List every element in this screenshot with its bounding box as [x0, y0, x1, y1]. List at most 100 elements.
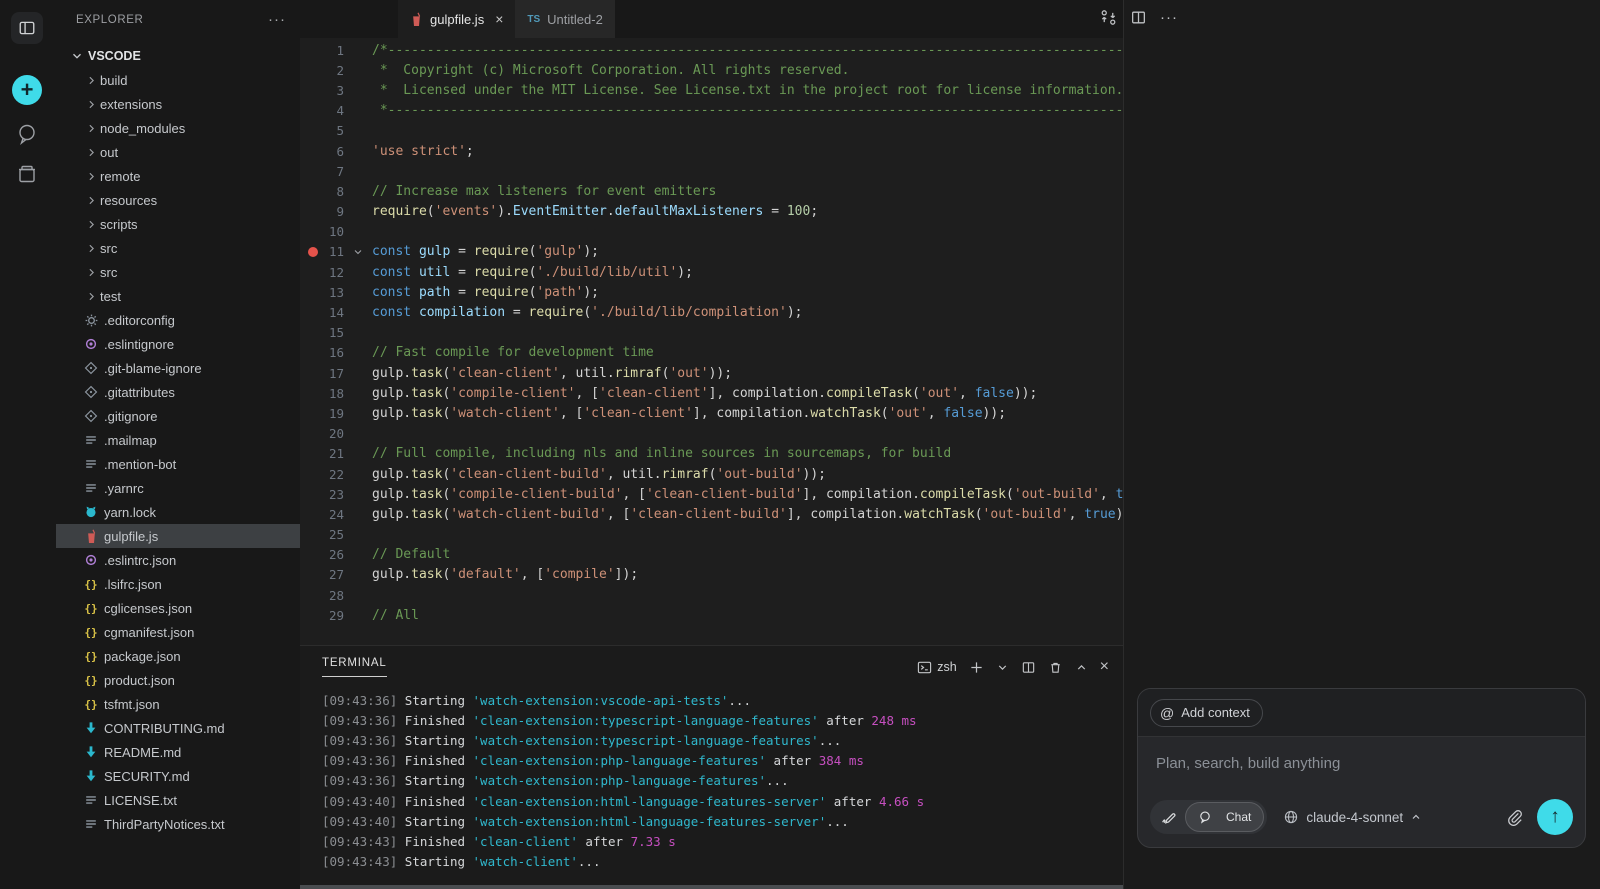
open-changes-icon[interactable] — [1100, 9, 1117, 26]
sidebar-item-src[interactable]: src — [56, 236, 300, 260]
new-terminal-icon[interactable] — [969, 660, 984, 675]
code-line-23[interactable]: 23gulp.task('compile-client-build', ['cl… — [300, 484, 1123, 504]
shell-selector[interactable]: zsh — [917, 660, 956, 675]
code-line-26[interactable]: 26// Default — [300, 545, 1123, 565]
line-number: 7 — [300, 164, 344, 179]
breakpoint-icon[interactable] — [308, 247, 318, 257]
code-line-2[interactable]: 2 * Copyright (c) Microsoft Corporation.… — [300, 60, 1123, 80]
code-line-17[interactable]: 17gulp.task('clean-client', util.rimraf(… — [300, 363, 1123, 383]
sidebar-item-node-modules[interactable]: node_modules — [56, 116, 300, 140]
fold-chevron-icon[interactable] — [352, 246, 364, 258]
chat-history-button[interactable] — [15, 122, 39, 151]
code-line-20[interactable]: 20 — [300, 424, 1123, 444]
sidebar-item-test[interactable]: test — [56, 284, 300, 308]
line-number: 10 — [300, 224, 344, 239]
sidebar-item-gitignore[interactable]: .gitignore — [56, 404, 300, 428]
code-line-22[interactable]: 22gulp.task('clean-client-build', util.r… — [300, 464, 1123, 484]
sidebar-item-cgmanifest-json[interactable]: {}cgmanifest.json — [56, 620, 300, 644]
sidebar-item-gitattributes[interactable]: .gitattributes — [56, 380, 300, 404]
code-line-8[interactable]: 8// Increase max listeners for event emi… — [300, 181, 1123, 201]
code-line-21[interactable]: 21// Full compile, including nls and inl… — [300, 444, 1123, 464]
sidebar-item-package-json[interactable]: {}package.json — [56, 644, 300, 668]
close-tab-icon[interactable]: × — [495, 11, 503, 27]
sidebar-item-gulpfile-js[interactable]: gulpfile.js — [56, 524, 300, 548]
sidebar-item-extensions[interactable]: extensions — [56, 92, 300, 116]
sidebar-item-mention-bot[interactable]: .mention-bot — [56, 452, 300, 476]
tab-untitled-2[interactable]: TSUntitled-2 — [515, 0, 614, 38]
sidebar-item-src[interactable]: src — [56, 260, 300, 284]
new-chat-button[interactable]: + — [12, 75, 42, 105]
mode-toggle[interactable]: Chat — [1150, 800, 1267, 834]
sidebar-item-yarnrc[interactable]: .yarnrc — [56, 476, 300, 500]
chat-mode-pill[interactable]: Chat — [1185, 802, 1264, 832]
sidebar-item-tsfmt-json[interactable]: {}tsfmt.json — [56, 692, 300, 716]
code-line-9[interactable]: 9require('events').EventEmitter.defaultM… — [300, 202, 1123, 222]
code-line-28[interactable]: 28 — [300, 585, 1123, 605]
code-line-24[interactable]: 24gulp.task('watch-client-build', ['clea… — [300, 504, 1123, 524]
sidebar-item-cglicenses-json[interactable]: {}cglicenses.json — [56, 596, 300, 620]
terminal-scrollbar[interactable] — [300, 885, 1123, 889]
sidebar-item-product-json[interactable]: {}product.json — [56, 668, 300, 692]
explorer-more-actions-button[interactable]: ··· — [268, 15, 286, 25]
sidebar-item-scripts[interactable]: scripts — [56, 212, 300, 236]
archive-button[interactable] — [15, 162, 39, 191]
code-line-11[interactable]: 11const gulp = require('gulp'); — [300, 242, 1123, 262]
terminal-output[interactable]: [09:43:36] Starting 'watch-extension:vsc… — [322, 690, 1117, 882]
kill-terminal-icon[interactable] — [1048, 660, 1063, 675]
sidebar-item-git-blame-ignore[interactable]: .git-blame-ignore — [56, 356, 300, 380]
tab-gulpfile-js[interactable]: gulpfile.js× — [398, 0, 515, 38]
code-line-27[interactable]: 27gulp.task('default', ['compile']); — [300, 565, 1123, 585]
sidebar-item-eslintignore[interactable]: .eslintignore — [56, 332, 300, 356]
tree-root-vscode[interactable]: VSCODE — [56, 44, 300, 68]
code-line-5[interactable]: 5 — [300, 121, 1123, 141]
code-line-29[interactable]: 29// All — [300, 605, 1123, 625]
terminal-line: [09:43:36] Starting 'watch-extension:php… — [322, 771, 1117, 791]
chat-input-placeholder[interactable]: Plan, search, build anything — [1156, 755, 1340, 772]
sidebar-item-eslintrc-json[interactable]: .eslintrc.json — [56, 548, 300, 572]
code-line-4[interactable]: 4 *-------------------------------------… — [300, 101, 1123, 121]
sidebar-item-readme-md[interactable]: README.md — [56, 740, 300, 764]
code-editor[interactable]: 1/*-------------------------------------… — [300, 40, 1123, 645]
code-line-7[interactable]: 7 — [300, 161, 1123, 181]
sidebar-item-remote[interactable]: remote — [56, 164, 300, 188]
sidebar-item-editorconfig[interactable]: .editorconfig — [56, 308, 300, 332]
code-line-25[interactable]: 25 — [300, 525, 1123, 545]
paperclip-icon[interactable] — [1506, 809, 1523, 826]
toggle-sidebar-button[interactable] — [11, 12, 43, 44]
sidebar-item-license-txt[interactable]: LICENSE.txt — [56, 788, 300, 812]
code-line-10[interactable]: 10 — [300, 222, 1123, 242]
sidebar-item-out[interactable]: out — [56, 140, 300, 164]
sidebar-item-build[interactable]: build — [56, 68, 300, 92]
add-context-button[interactable]: @ Add context — [1150, 699, 1263, 727]
line-number: 16 — [300, 345, 344, 360]
model-selector[interactable]: claude-4-sonnet — [1283, 809, 1422, 825]
maximize-panel-icon[interactable] — [1075, 661, 1088, 674]
code-line-16[interactable]: 16// Fast compile for development time — [300, 343, 1123, 363]
line-number: 1 — [300, 43, 344, 58]
sidebar-item-yarn-lock[interactable]: yarn.lock — [56, 500, 300, 524]
code-line-18[interactable]: 18gulp.task('compile-client', ['clean-cl… — [300, 383, 1123, 403]
send-button[interactable]: ↑ — [1537, 799, 1573, 835]
split-terminal-icon[interactable] — [1021, 660, 1036, 675]
sidebar-item-lsifrc-json[interactable]: {}.lsifrc.json — [56, 572, 300, 596]
split-editor-icon[interactable] — [1130, 9, 1147, 26]
sidebar-item-thirdpartynotices-txt[interactable]: ThirdPartyNotices.txt — [56, 812, 300, 836]
code-line-1[interactable]: 1/*-------------------------------------… — [300, 40, 1123, 60]
code-line-13[interactable]: 13const path = require('path'); — [300, 282, 1123, 302]
code-line-15[interactable]: 15 — [300, 323, 1123, 343]
terminal-tab[interactable]: TERMINAL — [322, 657, 387, 677]
sidebar-item-security-md[interactable]: SECURITY.md — [56, 764, 300, 788]
code-line-3[interactable]: 3 * Licensed under the MIT License. See … — [300, 80, 1123, 100]
sidebar-item-mailmap[interactable]: .mailmap — [56, 428, 300, 452]
sidebar-item-contributing-md[interactable]: CONTRIBUTING.md — [56, 716, 300, 740]
more-actions-icon[interactable]: ··· — [1160, 13, 1178, 23]
code-line-12[interactable]: 12const util = require('./build/lib/util… — [300, 262, 1123, 282]
chevron-right-icon — [82, 98, 100, 111]
item-label: ThirdPartyNotices.txt — [104, 817, 225, 832]
close-panel-icon[interactable]: × — [1100, 658, 1109, 676]
code-line-6[interactable]: 6'use strict'; — [300, 141, 1123, 161]
sidebar-item-resources[interactable]: resources — [56, 188, 300, 212]
code-line-14[interactable]: 14const compilation = require('./build/l… — [300, 302, 1123, 322]
terminal-dropdown-icon[interactable] — [996, 661, 1009, 674]
code-line-19[interactable]: 19gulp.task('watch-client', ['clean-clie… — [300, 403, 1123, 423]
